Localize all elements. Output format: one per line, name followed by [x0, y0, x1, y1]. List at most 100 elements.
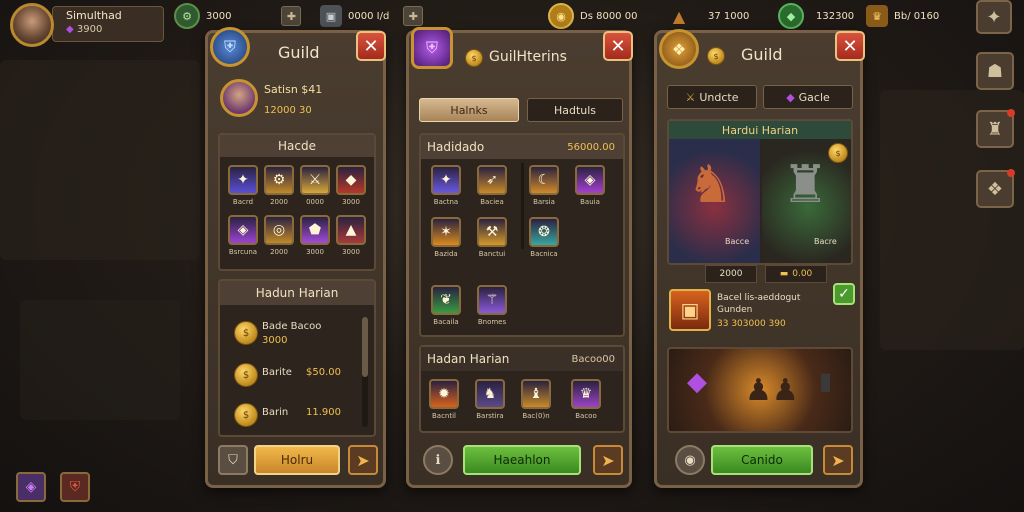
resource-value: 37 1000 [708, 10, 750, 22]
item-label: Bacaila [433, 318, 459, 326]
reward-chest[interactable]: ▣ [669, 289, 711, 331]
bronze-triangle-icon: ▲ [672, 6, 686, 26]
section-value: Bacoo00 [571, 353, 615, 365]
bottom-shortcut-purple[interactable]: ◈ [16, 472, 46, 502]
next-button[interactable]: ➤ [823, 445, 853, 475]
green-coin-icon: ⚙ [174, 3, 200, 29]
close-icon: ✕ [842, 35, 858, 57]
map-icon: ✦ [986, 6, 1002, 28]
item-slot[interactable]: ◆ [336, 165, 366, 195]
purple-gem-icon: ◈ [25, 479, 37, 495]
item-slot[interactable]: ⚔ [300, 165, 330, 195]
quest-icon: ☗ [986, 60, 1004, 82]
item-slot[interactable]: ❂ [529, 217, 559, 247]
beast-icon: ♞ [483, 386, 497, 402]
item-slot[interactable]: ♞ [475, 379, 505, 409]
close-button[interactable]: ✕ [603, 31, 633, 61]
castle-button[interactable]: ♜ [976, 109, 1015, 148]
resource-gold: ◉ Ds 8000 00 [548, 3, 637, 29]
tab-inactive[interactable]: Hadtuls [527, 98, 623, 122]
item-slot[interactable]: ❦ [431, 285, 461, 315]
reward-title: Bacel lis-aeddogut [717, 293, 801, 303]
item-slot[interactable]: ☾ [529, 165, 559, 195]
eye-button[interactable]: ◉ [675, 445, 705, 475]
item-slot[interactable]: ⚚ [477, 285, 507, 315]
back-button[interactable]: ⛉ [218, 445, 248, 475]
item-slot[interactable]: ✦ [431, 165, 461, 195]
item-slot[interactable]: ✶ [431, 217, 461, 247]
row-value: $50.00 [306, 367, 341, 378]
item-label: Baciea [480, 198, 504, 206]
resource-stone: ▣ 0000 I/d ✚ [320, 5, 424, 27]
add-resource-button[interactable]: ✚ [281, 6, 302, 26]
items-section: Hadidado 56000.00 ✦ Bactna ➶ Baciea ☾ Barsia ◈… [419, 133, 625, 337]
arrow-right-icon: ➤ [831, 450, 845, 470]
bow-icon: ❂ [538, 224, 550, 240]
resource-bronze: ▲ 37 1000 [668, 6, 750, 26]
primary-button[interactable]: Holru [254, 445, 340, 475]
item-slot[interactable]: ♛ [571, 379, 601, 409]
member-stats: 12000 30 [264, 105, 312, 116]
tab-update[interactable]: ⚔ Undcte [667, 85, 757, 109]
section-title: Hadan Harian [427, 352, 510, 366]
player-avatar[interactable] [10, 3, 54, 47]
potion-icon: ⬟ [308, 222, 322, 238]
info-button[interactable]: ℹ [423, 445, 453, 475]
hero-card-right[interactable]: ♜ $ Bacre [762, 139, 851, 263]
resource-value: 132300 [816, 10, 855, 22]
item-slot[interactable]: ✹ [429, 379, 459, 409]
item-slot[interactable]: ⚒ [477, 217, 507, 247]
item-slot[interactable]: ♝ [521, 379, 551, 409]
hero-card-left[interactable]: ♞ Bacce [669, 139, 760, 263]
row-label: Bade Bacoo [262, 321, 322, 332]
resource-value: Bb/ 0160 [894, 10, 940, 22]
shield-icon: ⛨ [69, 479, 81, 495]
map-button[interactable]: ✦ [976, 0, 1012, 34]
claw-icon: ✶ [440, 224, 452, 240]
primary-button[interactable]: Canido [711, 445, 813, 475]
event-button[interactable]: ❖ [976, 169, 1015, 208]
member-avatar[interactable] [220, 79, 258, 117]
notification-dot [1007, 169, 1015, 177]
primary-button[interactable]: Haeahlon [463, 445, 581, 475]
item-label: Barstira [476, 412, 504, 420]
tab-guild[interactable]: ◆ Gacle [763, 85, 853, 109]
close-button[interactable]: ✕ [835, 31, 865, 61]
close-button[interactable]: ✕ [356, 31, 386, 61]
tag-icon: ▬ [779, 269, 789, 279]
item-slot[interactable]: ➶ [477, 165, 507, 195]
knight-icon: ♜ [782, 155, 829, 215]
add-resource-button[interactable]: ✚ [403, 6, 424, 26]
background-ruin [20, 300, 180, 420]
bottom-shortcut-red[interactable]: ⛨ [60, 472, 90, 502]
tab-active[interactable]: Halnks [419, 98, 519, 122]
next-button[interactable]: ➤ [348, 445, 378, 475]
item-slot[interactable]: ⬟ [300, 215, 330, 245]
next-button[interactable]: ➤ [593, 445, 623, 475]
item-slot[interactable]: ▲ [336, 215, 366, 245]
section-title: Hadun Harian [220, 281, 374, 305]
hero-value: ▬ 0.00 [765, 265, 827, 283]
event-banner[interactable]: ◆ ♟♟ ▮ [667, 347, 853, 433]
item-slot[interactable]: ◈ [575, 165, 605, 195]
item-slot[interactable]: ⚙ [264, 165, 294, 195]
item-slot[interactable]: ◎ [264, 215, 294, 245]
claim-check-button[interactable]: ✓ [833, 283, 855, 305]
item-label: Bactna [433, 198, 459, 206]
item-slot[interactable]: ✦ [228, 165, 258, 195]
quest-button[interactable]: ☗ [976, 52, 1014, 90]
treasure-icon: ♛ [866, 5, 888, 27]
leaf-icon: ❦ [440, 292, 452, 308]
scrollbar-thumb[interactable] [362, 317, 368, 377]
scrollbar[interactable] [362, 317, 368, 427]
item-slot[interactable]: ◈ [228, 215, 258, 245]
section-header: Hadan Harian Bacoo00 [421, 347, 623, 371]
player-gem-icon: ◆ [66, 24, 74, 35]
arrow-right-icon: ➤ [601, 450, 615, 470]
guild-panel-left: ⛨ Guild ✕ Satisn $41 12000 30 Hacde ✦ Bac… [205, 27, 386, 488]
daily-section: Hadan Harian Bacoo00 ✹ Bacntil ♞ Barstira ♝ B… [419, 345, 625, 433]
resource-value: 0000 I/d [348, 10, 390, 22]
section-title: Hadidado [427, 140, 485, 154]
item-label: Bauia [580, 198, 600, 206]
item-label: Banctui [478, 250, 506, 258]
